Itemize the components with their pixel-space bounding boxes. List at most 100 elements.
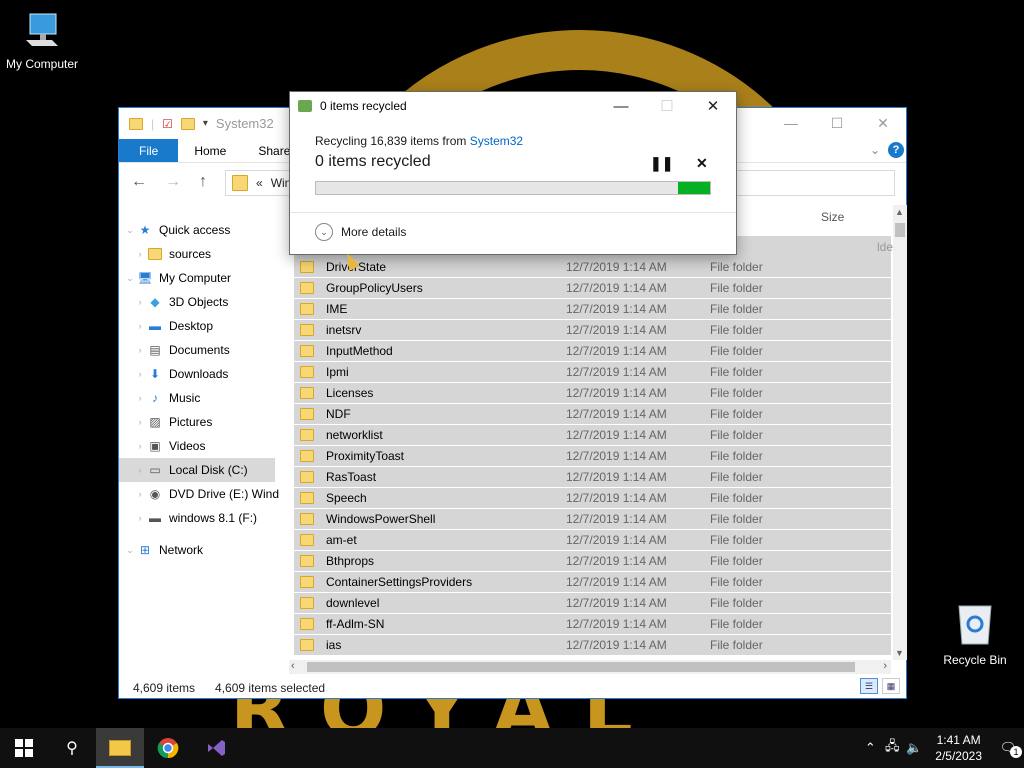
file-name: InputMethod — [326, 344, 393, 358]
expand-arrow-icon[interactable]: › — [133, 489, 147, 499]
notification-icon[interactable]: 🗨 1 — [992, 740, 1024, 758]
table-row[interactable]: am-et 12/7/2019 1:14 AM File folder — [294, 530, 891, 551]
folder-icon — [300, 261, 320, 273]
recycle-source-prefix: Recycling 16,839 items from — [315, 134, 470, 148]
scroll-left-icon[interactable]: ‹ — [291, 660, 295, 672]
scroll-down-icon[interactable]: ▼ — [895, 648, 904, 658]
file-type: File folder — [710, 428, 763, 442]
expand-arrow-icon[interactable]: ⌄ — [123, 545, 137, 556]
column-size[interactable]: Size — [821, 210, 844, 224]
sidebar-item[interactable]: › ◉ DVD Drive (E:) Wind — [119, 482, 291, 506]
sidebar-item[interactable]: › sources — [119, 242, 291, 266]
scroll-thumb[interactable] — [895, 223, 905, 237]
expand-arrow-icon[interactable]: › — [133, 249, 147, 259]
expand-arrow-icon[interactable]: › — [133, 321, 147, 331]
chevron-up-icon[interactable]: ⌃ — [859, 740, 881, 756]
desktop-icon-my-computer[interactable]: My Computer — [0, 10, 84, 71]
table-row[interactable]: ias 12/7/2019 1:14 AM File folder — [294, 635, 891, 656]
address-chevron[interactable]: « — [256, 176, 263, 190]
customize-qat-icon[interactable]: ▾ — [203, 118, 208, 129]
expand-ribbon-icon[interactable]: ⌄ — [870, 143, 880, 157]
cancel-button[interactable]: ✕ — [696, 155, 708, 172]
expand-arrow-icon[interactable]: › — [133, 369, 147, 379]
expand-arrow-icon[interactable]: ⌄ — [123, 225, 137, 236]
sidebar-item[interactable]: ⌄ ⊞ Network — [119, 538, 291, 562]
horizontal-scrollbar[interactable]: ‹ › — [289, 660, 891, 674]
help-icon[interactable]: ? — [888, 142, 904, 158]
large-icons-view-icon[interactable]: ▦ — [882, 678, 900, 694]
expand-arrow-icon[interactable]: ⌄ — [123, 273, 137, 284]
up-icon[interactable]: ↑ — [199, 173, 207, 191]
table-row[interactable]: GroupPolicyUsers 12/7/2019 1:14 AM File fo… — [294, 278, 891, 299]
table-row[interactable]: ff-Adlm-SN 12/7/2019 1:14 AM File folder — [294, 614, 891, 635]
forward-icon[interactable]: → — [165, 173, 181, 191]
expand-arrow-icon[interactable]: › — [133, 297, 147, 307]
network-icon[interactable]: 🖧 — [881, 737, 903, 759]
network-icon: ⊞ — [139, 543, 151, 557]
table-row[interactable]: InputMethod 12/7/2019 1:14 AM File folder — [294, 341, 891, 362]
table-row[interactable]: Ipmi 12/7/2019 1:14 AM File folder — [294, 362, 891, 383]
sidebar-item[interactable]: › ♪ Music — [119, 386, 291, 410]
scroll-thumb-h[interactable] — [307, 662, 855, 672]
file-type: File folder — [710, 449, 763, 463]
more-details-button[interactable]: ⌄ More details — [315, 223, 406, 241]
table-row[interactable]: RasToast 12/7/2019 1:14 AM File folder — [294, 467, 891, 488]
table-row[interactable]: ProximityToast 12/7/2019 1:14 AM File fold… — [294, 446, 891, 467]
details-view-icon[interactable]: ☰ — [860, 678, 878, 694]
sidebar-item[interactable]: › ⬇ Downloads — [119, 362, 291, 386]
volume-icon[interactable]: 🔈 — [903, 740, 925, 756]
visual-studio-icon[interactable] — [192, 728, 240, 768]
sidebar-item[interactable]: › ▨ Pictures — [119, 410, 291, 434]
sidebar-item[interactable]: › ▬ windows 8.1 (F:) — [119, 506, 291, 530]
clock-time: 1:41 AM — [936, 733, 981, 747]
sidebar-item[interactable]: ⌄ 🖥 My Computer — [119, 266, 291, 290]
tab-home[interactable]: Home — [178, 139, 242, 162]
table-row[interactable]: inetsrv 12/7/2019 1:14 AM File folder — [294, 320, 891, 341]
expand-arrow-icon[interactable]: › — [133, 417, 147, 427]
back-icon[interactable]: ← — [131, 173, 147, 191]
maximize-button[interactable]: ☐ — [814, 108, 860, 138]
table-row[interactable]: ContainerSettingsProviders 12/7/2019 1:14… — [294, 572, 891, 593]
expand-arrow-icon[interactable]: › — [133, 465, 147, 475]
table-row[interactable]: IME 12/7/2019 1:14 AM File folder — [294, 299, 891, 320]
table-row[interactable]: networklist 12/7/2019 1:14 AM File folder — [294, 425, 891, 446]
file-explorer-taskbar-icon[interactable] — [96, 728, 144, 768]
sidebar-item[interactable]: › ▤ Documents — [119, 338, 291, 362]
table-row[interactable]: Licenses 12/7/2019 1:14 AM File folder — [294, 383, 891, 404]
clock[interactable]: 1:41 AM 2/5/2023 — [935, 732, 982, 764]
tab-file[interactable]: File — [119, 139, 179, 162]
sidebar-item[interactable]: ⌄ ★ Quick access — [119, 218, 291, 242]
sidebar-item[interactable]: › ▬ Desktop — [119, 314, 291, 338]
file-date: 12/7/2019 1:14 AM — [566, 323, 667, 337]
sidebar-item[interactable]: › ▭ Local Disk (C:) — [119, 458, 275, 482]
source-folder-link[interactable]: System32 — [470, 134, 523, 148]
chrome-icon[interactable] — [144, 728, 192, 768]
start-button[interactable] — [0, 728, 48, 768]
table-row[interactable]: Bthprops 12/7/2019 1:14 AM File folder — [294, 551, 891, 572]
search-icon[interactable]: ⚲ — [48, 728, 96, 768]
new-folder-icon[interactable] — [180, 117, 195, 130]
vertical-scrollbar[interactable]: ▲ ▼ — [893, 205, 907, 660]
dialog-minimize-button[interactable]: — — [598, 92, 644, 120]
expand-arrow-icon[interactable]: › — [133, 441, 147, 451]
table-row[interactable]: downlevel 12/7/2019 1:14 AM File folder — [294, 593, 891, 614]
scroll-up-icon[interactable]: ▲ — [895, 207, 904, 217]
expand-arrow-icon[interactable]: › — [133, 513, 147, 523]
desktop-icon-recycle-bin[interactable]: Recycle Bin — [933, 602, 1017, 667]
table-row[interactable]: WindowsPowerShell 12/7/2019 1:14 AM File f… — [294, 509, 891, 530]
sidebar-item-label: My Computer — [159, 271, 232, 285]
minimize-button[interactable]: — — [768, 108, 814, 138]
table-row[interactable]: Speech 12/7/2019 1:14 AM File folder — [294, 488, 891, 509]
table-row[interactable]: NDF 12/7/2019 1:14 AM File folder — [294, 404, 891, 425]
sidebar-item[interactable]: › ◆ 3D Objects — [119, 290, 291, 314]
expand-arrow-icon[interactable]: › — [133, 393, 147, 403]
expand-arrow-icon[interactable]: › — [133, 345, 147, 355]
sidebar-item[interactable]: › ▣ Videos — [119, 434, 291, 458]
table-row[interactable]: DriverState 12/7/2019 1:14 AM File folder — [294, 257, 891, 278]
close-button[interactable]: ✕ — [860, 108, 906, 138]
dialog-close-button[interactable]: ✕ — [690, 92, 736, 120]
folder-icon — [300, 387, 320, 399]
scroll-right-icon[interactable]: › — [883, 660, 887, 672]
properties-icon[interactable]: ☑ — [162, 117, 173, 131]
pause-button[interactable]: ❚❚ — [650, 155, 673, 172]
